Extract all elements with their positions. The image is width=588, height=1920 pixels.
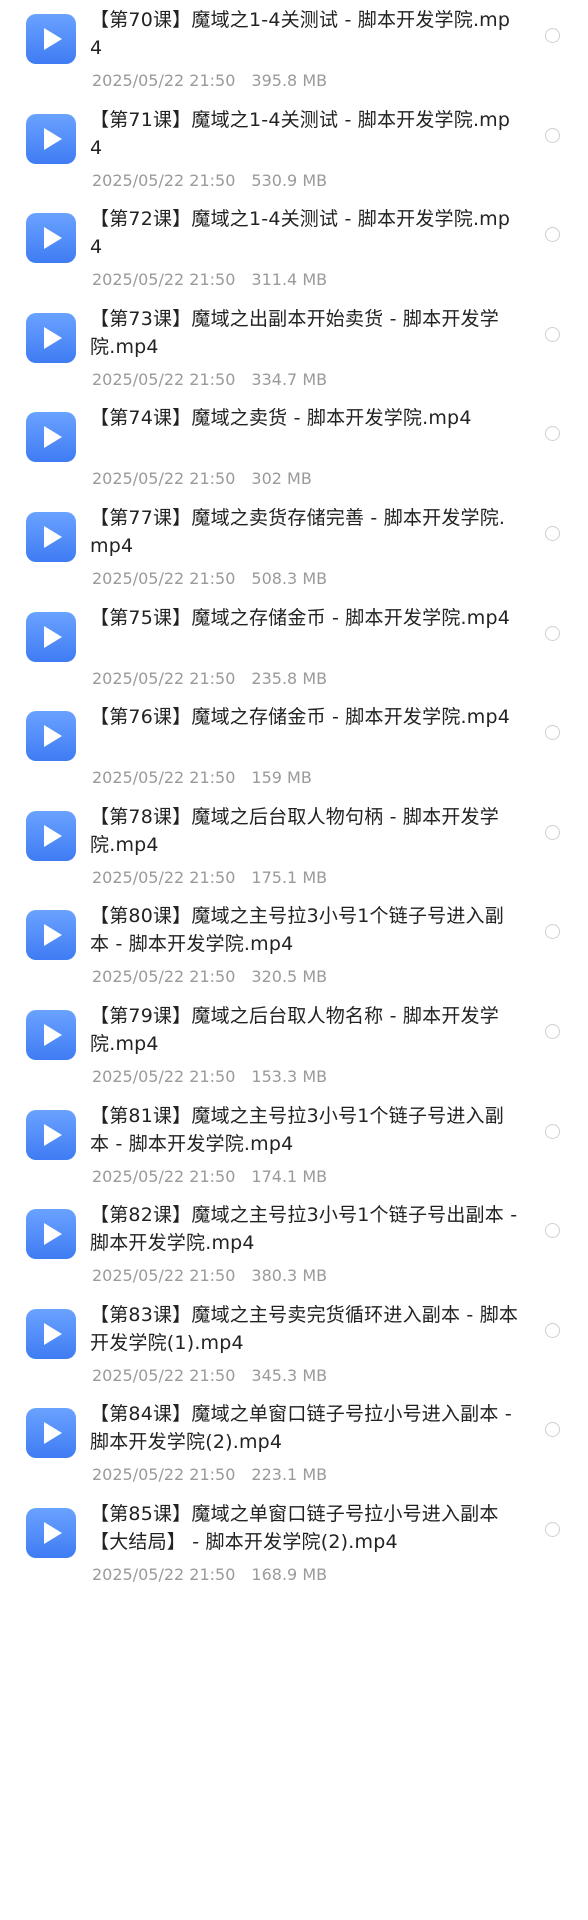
file-meta: 2025/05/22 21:50 334.7 MB	[92, 369, 327, 391]
file-size: 168.9 MB	[251, 1565, 328, 1584]
file-size: 235.8 MB	[251, 668, 328, 688]
file-name: 【第77课】魔域之卖货存储完善 - 脚本开发学院.mp4	[90, 507, 506, 557]
video-play-icon	[26, 1508, 76, 1558]
select-checkbox[interactable]	[545, 1223, 560, 1239]
file-meta: 2025/05/22 21:50 320.5 MB	[92, 966, 327, 988]
select-checkbox[interactable]	[545, 824, 560, 840]
file-size: 320.5 MB	[251, 967, 328, 987]
file-meta: 2025/05/22 21:50 235.8 MB	[92, 668, 327, 690]
select-checkbox[interactable]	[545, 1522, 560, 1537]
file-date: 2025/05/22 21:50	[92, 668, 236, 688]
file-meta: 2025/05/22 21:50 159 MB	[92, 767, 312, 789]
file-size: 395.8 MB	[251, 71, 328, 90]
file-date: 2025/05/22 21:50	[92, 569, 236, 588]
select-checkbox[interactable]	[545, 28, 560, 43]
video-play-icon	[26, 1308, 76, 1359]
file-size: 223.1 MB	[251, 1465, 328, 1485]
video-play-icon	[26, 711, 76, 762]
file-name: 【第81课】魔域之主号拉3小号1个链子号进入副本 - 脚本开发学院.mp4	[90, 1104, 504, 1155]
file-meta: 2025/05/22 21:50 380.3 MB	[92, 1265, 327, 1287]
file-name: 【第85课】魔域之单窗口链子号拉小号进入副本【大结局】 - 脚本开发学院(2).…	[90, 1503, 499, 1553]
select-checkbox[interactable]	[545, 526, 560, 541]
video-play-icon	[26, 611, 76, 662]
file-date: 2025/05/22 21:50	[92, 1067, 236, 1086]
file-date: 2025/05/22 21:50	[92, 1465, 236, 1485]
file-size: 302 MB	[251, 469, 312, 489]
file-meta: 2025/05/22 21:50 395.8 MB	[92, 70, 327, 92]
file-date: 2025/05/22 21:50	[92, 1266, 236, 1286]
file-size: 159 MB	[251, 768, 312, 788]
file-name: 【第73课】魔域之出副本开始卖货 - 脚本开发学院.mp4	[90, 307, 499, 358]
file-size: 174.1 MB	[251, 1166, 328, 1186]
file-date: 2025/05/22 21:50	[92, 270, 236, 290]
file-size: 345.3 MB	[251, 1365, 328, 1385]
file-date: 2025/05/22 21:50	[92, 768, 236, 788]
select-checkbox[interactable]	[545, 725, 560, 741]
video-play-icon	[26, 1209, 76, 1260]
file-meta: 2025/05/22 21:50 302 MB	[92, 468, 312, 490]
video-play-icon	[26, 412, 76, 463]
video-play-icon	[26, 14, 76, 64]
file-name: 【第75课】魔域之存储金币 - 脚本开发学院.mp4	[90, 606, 511, 629]
file-meta: 2025/05/22 21:50 311.4 MB	[92, 269, 327, 291]
file-meta: 2025/05/22 21:50 153.3 MB	[92, 1066, 327, 1088]
select-checkbox[interactable]	[545, 1024, 560, 1039]
file-date: 2025/05/22 21:50	[92, 469, 236, 489]
file-size: 530.9 MB	[251, 170, 328, 190]
video-play-icon	[26, 1010, 76, 1060]
file-size: 175.1 MB	[251, 867, 328, 887]
file-size: 508.3 MB	[251, 569, 328, 588]
select-checkbox[interactable]	[545, 127, 560, 143]
file-date: 2025/05/22 21:50	[92, 1365, 236, 1385]
video-play-icon	[26, 1109, 76, 1160]
file-date: 2025/05/22 21:50	[92, 71, 236, 90]
video-play-icon	[26, 512, 76, 562]
file-name: 【第71课】魔域之1-4关测试 - 脚本开发学院.mp4	[90, 108, 511, 159]
video-play-icon	[26, 213, 76, 264]
video-play-icon	[26, 113, 76, 164]
file-size: 153.3 MB	[251, 1067, 328, 1086]
file-name: 【第84课】魔域之单窗口链子号拉小号进入副本 - 脚本开发学院(2).mp4	[90, 1403, 512, 1454]
select-checkbox[interactable]	[545, 1322, 560, 1338]
file-date: 2025/05/22 21:50	[92, 369, 236, 389]
file-date: 2025/05/22 21:50	[92, 1565, 236, 1584]
file-item[interactable]: 【第85课】魔域之单窗口链子号拉小号进入副本【大结局】 - 脚本开发学院(2).…	[0, 1494, 588, 1616]
file-name: 【第78课】魔域之后台取人物句柄 - 脚本开发学院.mp4	[90, 805, 499, 856]
file-name: 【第76课】魔域之存储金币 - 脚本开发学院.mp4	[90, 706, 511, 729]
file-meta: 2025/05/22 21:50 175.1 MB	[92, 867, 327, 889]
video-play-icon	[26, 910, 76, 961]
file-meta: 2025/05/22 21:50 508.3 MB	[92, 568, 327, 590]
file-meta: 2025/05/22 21:50 345.3 MB	[92, 1365, 327, 1387]
file-meta: 2025/05/22 21:50 223.1 MB	[92, 1464, 327, 1486]
file-name: 【第70课】魔域之1-4关测试 - 脚本开发学院.mp4	[90, 9, 511, 59]
file-name: 【第74课】魔域之卖货 - 脚本开发学院.mp4	[90, 407, 472, 430]
file-date: 2025/05/22 21:50	[92, 170, 236, 190]
file-name: 【第72课】魔域之1-4关测试 - 脚本开发学院.mp4	[90, 208, 511, 259]
select-checkbox[interactable]	[545, 227, 560, 243]
file-list: 【第70课】魔域之1-4关测试 - 脚本开发学院.mp4 2025/05/22 …	[0, 0, 588, 1920]
file-name: 【第82课】魔域之主号拉3小号1个链子号出副本 - 脚本开发学院.mp4	[90, 1204, 518, 1255]
file-meta: 2025/05/22 21:50 168.9 MB	[92, 1564, 327, 1586]
file-size: 334.7 MB	[251, 369, 328, 389]
select-checkbox[interactable]	[545, 924, 560, 940]
select-checkbox[interactable]	[545, 1422, 560, 1438]
video-play-icon	[26, 810, 76, 861]
file-date: 2025/05/22 21:50	[92, 867, 236, 887]
file-size: 380.3 MB	[251, 1266, 328, 1286]
file-name: 【第80课】魔域之主号拉3小号1个链子号进入副本 - 脚本开发学院.mp4	[90, 905, 504, 956]
select-checkbox[interactable]	[545, 1123, 560, 1139]
select-checkbox[interactable]	[545, 625, 560, 641]
select-checkbox[interactable]	[545, 426, 560, 442]
file-meta: 2025/05/22 21:50 174.1 MB	[92, 1166, 327, 1188]
file-name: 【第83课】魔域之主号卖完货循环进入副本 - 脚本开发学院(1).mp4	[90, 1303, 519, 1354]
video-play-icon	[26, 1408, 76, 1459]
file-meta: 2025/05/22 21:50 530.9 MB	[92, 170, 327, 192]
file-date: 2025/05/22 21:50	[92, 967, 236, 987]
file-name: 【第79课】魔域之后台取人物名称 - 脚本开发学院.mp4	[90, 1005, 499, 1055]
video-play-icon	[26, 312, 76, 363]
select-checkbox[interactable]	[545, 326, 560, 342]
file-size: 311.4 MB	[251, 270, 328, 290]
file-date: 2025/05/22 21:50	[92, 1166, 236, 1186]
